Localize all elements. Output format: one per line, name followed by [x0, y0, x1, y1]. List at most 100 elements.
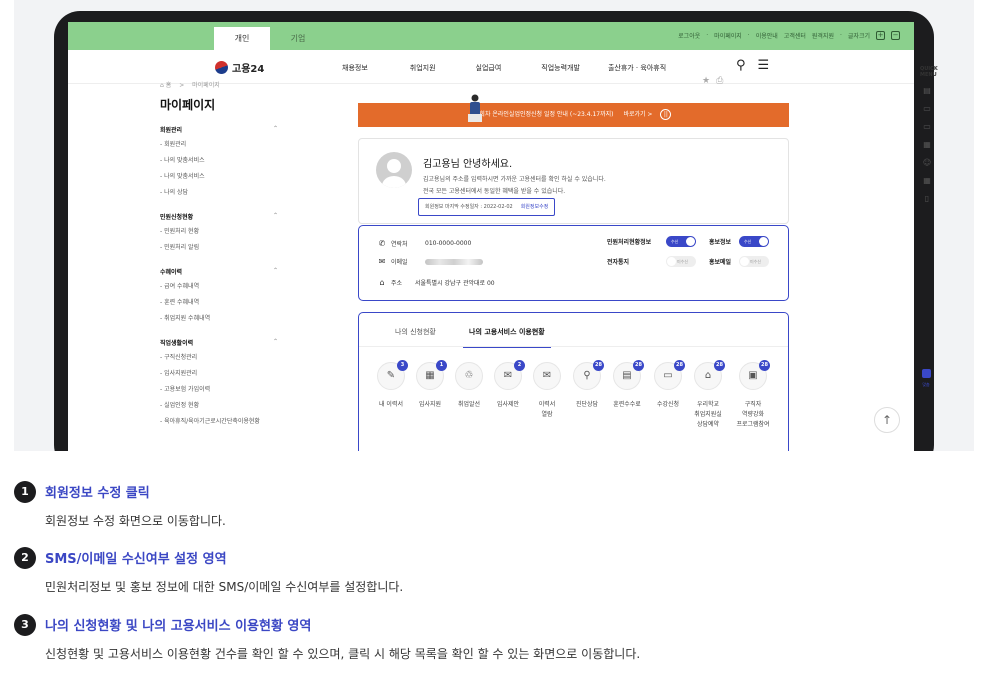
document-icon[interactable]: ▤ — [920, 86, 934, 95]
service-item[interactable]: ⚲ 28 진단상담 — [567, 360, 607, 410]
sidebar-item[interactable]: - 나의 맞춤서비스 — [160, 156, 278, 172]
service-item[interactable]: ✎ 3 내 이력서 — [371, 360, 411, 410]
promo-mail-toggle[interactable]: 미수신 — [739, 256, 769, 267]
menu-icon[interactable]: ☰ — [758, 58, 770, 73]
phone-icon: ✆ — [378, 239, 386, 248]
chevron-up-icon: ⌃ — [272, 125, 278, 132]
e-notice-toggle[interactable]: 미수신 — [666, 256, 696, 267]
tab-business[interactable]: 기업 — [270, 27, 326, 50]
scroll-top-button[interactable]: ↑ — [874, 407, 900, 433]
profile-update-box: 회원정보 마지막 수정일자 : 2022-02-02 회원정보수정 — [418, 198, 556, 216]
tab-divider — [359, 346, 788, 347]
zoom-out-button[interactable]: − — [891, 31, 900, 40]
star-icon[interactable]: ★ — [702, 76, 710, 86]
service-label: 수강신청 — [656, 401, 680, 408]
school-icon: ⌂ — [704, 370, 712, 381]
service-item[interactable]: ⌂ 28 우리학교 취업지원실 상담예약 — [688, 360, 728, 430]
sidebar-item[interactable]: - 회원관리 — [160, 140, 278, 156]
sidebar-title: 마이페이지 — [160, 98, 216, 112]
sidebar-item[interactable]: - 민원처리 알림 — [160, 243, 278, 259]
screenshot-stage: 개인 기업 로그아웃 · 마이페이지 · 이용안내 고객센터 원격지원 · 글자크기 … — [14, 0, 974, 451]
calculator-icon[interactable]: ▦ — [920, 140, 934, 149]
home-icon[interactable]: ⌂ — [160, 82, 164, 89]
grid-icon: ▦ — [425, 370, 435, 381]
table-icon[interactable]: ▦ — [920, 176, 934, 185]
promo-info-toggle[interactable]: 수신 — [739, 236, 769, 247]
site-logo[interactable]: 고용24 — [215, 60, 264, 75]
nav-unemployment-benefit[interactable]: 실업급여 — [476, 63, 502, 73]
address-value: 서울특별시 강남구 관악대로 00 — [415, 280, 495, 287]
notice-banner[interactable]: 4회차 온라인실업인정신청 일정 안내 (~23.4.17까지) 바로가기 > … — [358, 94, 789, 127]
nav-jobs[interactable]: 채용정보 — [342, 63, 368, 73]
sidebar-item[interactable]: - 육아휴직/육아기근로시간단축이용현황 — [160, 417, 278, 433]
tab-my-services[interactable]: 나의 고용서비스 이용현황 — [463, 327, 551, 348]
breadcrumb: ⌂ 홈 > 마이페이지 — [160, 80, 220, 89]
mypage-link[interactable]: 마이페이지 — [714, 31, 742, 40]
annotation-desc: 신청현황 및 고용서비스 이용현황 건수를 확인 할 수 있으며, 클릭 시 해… — [45, 647, 641, 661]
remote-link[interactable]: 원격지원 — [812, 31, 834, 40]
sidebar-item[interactable]: - 구직신청관리 — [160, 353, 278, 369]
sidebar-item[interactable]: - 나의 맞춤서비스 — [160, 172, 278, 188]
address-label: 주소 — [391, 280, 403, 287]
service-item[interactable]: ✉ 2 입사제안 — [488, 360, 528, 410]
service-item[interactable]: ✉ 이력서 열람 — [527, 362, 567, 420]
nav-parental-leave[interactable]: 출산휴가 · 육아휴직 — [608, 63, 666, 73]
sidebar-item[interactable]: - 실업인정 현황 — [160, 401, 278, 417]
pause-icon[interactable]: || — [660, 109, 672, 120]
tab-my-applications[interactable]: 나의 신청현황 — [395, 327, 436, 346]
sidebar: 마이페이지 회원관리 ⌃ - 회원관리 - 나의 맞춤서비스 - 나의 맞춤서비스… — [160, 96, 278, 441]
zoom-in-button[interactable]: + — [876, 31, 885, 40]
sidebar-group-title[interactable]: 회원관리 ⌃ — [160, 125, 278, 134]
banner-link[interactable]: 바로가기 > — [623, 111, 652, 118]
database-icon[interactable]: ▯ — [920, 194, 934, 203]
guide-link[interactable]: 이용안내 — [756, 31, 778, 40]
sidebar-group-title[interactable]: 민원신청현황 ⌃ — [160, 212, 278, 221]
service-label: 우리학교 취업지원실 상담예약 — [694, 401, 722, 428]
banner-text: 4회차 온라인실업인정신청 일정 안내 (~23.4.17까지) — [475, 111, 614, 118]
main-navigation: 고용24 채용정보 취업지원 실업급여 직업능력개발 출산휴가 · 육아휴직 ⚲… — [68, 50, 914, 84]
contact-settings-card: ✆ 연락처 010-0000-0000 ✉ 이메일 ⌂ 주소 서울특별시 강남구 관악대로… — [358, 225, 789, 301]
custom-menu-button[interactable]: 맞춤 — [919, 363, 933, 388]
count-badge: 28 — [633, 360, 644, 371]
civil-info-toggle[interactable]: 수신 — [666, 236, 696, 247]
sidebar-item[interactable]: - 나의 상담 — [160, 188, 278, 204]
chevron-up-icon: ⌃ — [272, 338, 278, 345]
edit-profile-link[interactable]: 회원정보수정 — [521, 204, 549, 210]
nav-employment-support[interactable]: 취업지원 — [410, 63, 436, 73]
step-number: 1 — [14, 481, 36, 503]
print-icon[interactable]: ⎙ — [716, 76, 723, 86]
search-icon[interactable]: ⚲ — [736, 58, 746, 73]
service-item[interactable]: ▣ 28 구직자 역량강화 프로그램참여 — [731, 360, 775, 430]
sidebar-item[interactable]: - 훈련 수혜내역 — [160, 298, 278, 314]
address-row: ⌂ 주소 서울특별시 강남구 관악대로 00 — [377, 278, 495, 287]
service-item[interactable]: ▭ 28 수강신청 — [648, 360, 688, 410]
chat-icon[interactable]: ▭ — [920, 104, 934, 113]
custom-label: 맞춤 — [922, 382, 930, 387]
tab-personal[interactable]: 개인 — [214, 27, 270, 50]
e-notice-switch-row: 전자통지 미수신 — [607, 256, 696, 267]
sidebar-item[interactable]: - 민원처리 현황 — [160, 227, 278, 243]
nav-skills[interactable]: 직업능력개발 — [541, 63, 580, 73]
logout-link[interactable]: 로그아웃 — [678, 31, 700, 40]
sidebar-item[interactable]: - 고용보험 가입이력 — [160, 385, 278, 401]
breadcrumb-current: 마이페이지 — [192, 82, 220, 89]
sidebar-item[interactable]: - 취업지원 수혜내역 — [160, 314, 278, 330]
chevron-up-icon: ⌃ — [272, 212, 278, 219]
chat-icon: ✉ — [503, 370, 513, 381]
support-link[interactable]: 고객센터 — [784, 31, 806, 40]
sms-civil-switch-row: 민원처리현황정보 수신 — [607, 236, 696, 247]
service-item[interactable]: ▦ 1 입사지원 — [410, 360, 450, 410]
monitor-icon[interactable]: ▭ — [920, 122, 934, 131]
face-icon[interactable]: ☺ — [920, 158, 934, 167]
nav-menu: 채용정보 취업지원 실업급여 직업능력개발 출산휴가 · 육아휴직 — [342, 63, 666, 73]
sidebar-item[interactable]: - 급여 수혜내역 — [160, 282, 278, 298]
sidebar-item[interactable]: - 입사지원관리 — [160, 369, 278, 385]
breadcrumb-home[interactable]: 홈 — [166, 82, 172, 89]
arrow-up-icon: ↑ — [881, 413, 893, 427]
sidebar-group-title[interactable]: 직업생활이력 ⌃ — [160, 338, 278, 347]
sidebar-group-title[interactable]: 수혜이력 ⌃ — [160, 267, 278, 276]
service-item[interactable]: ▤ 28 훈련수수료 — [607, 360, 647, 410]
sidebar-group-member: 회원관리 ⌃ - 회원관리 - 나의 맞춤서비스 - 나의 맞춤서비스 - 나의 … — [160, 125, 278, 204]
service-item[interactable]: ♲ 취업알선 — [449, 362, 489, 410]
annotation-title: 나의 신청현황 및 나의 고용서비스 이용현황 영역 — [45, 619, 312, 634]
